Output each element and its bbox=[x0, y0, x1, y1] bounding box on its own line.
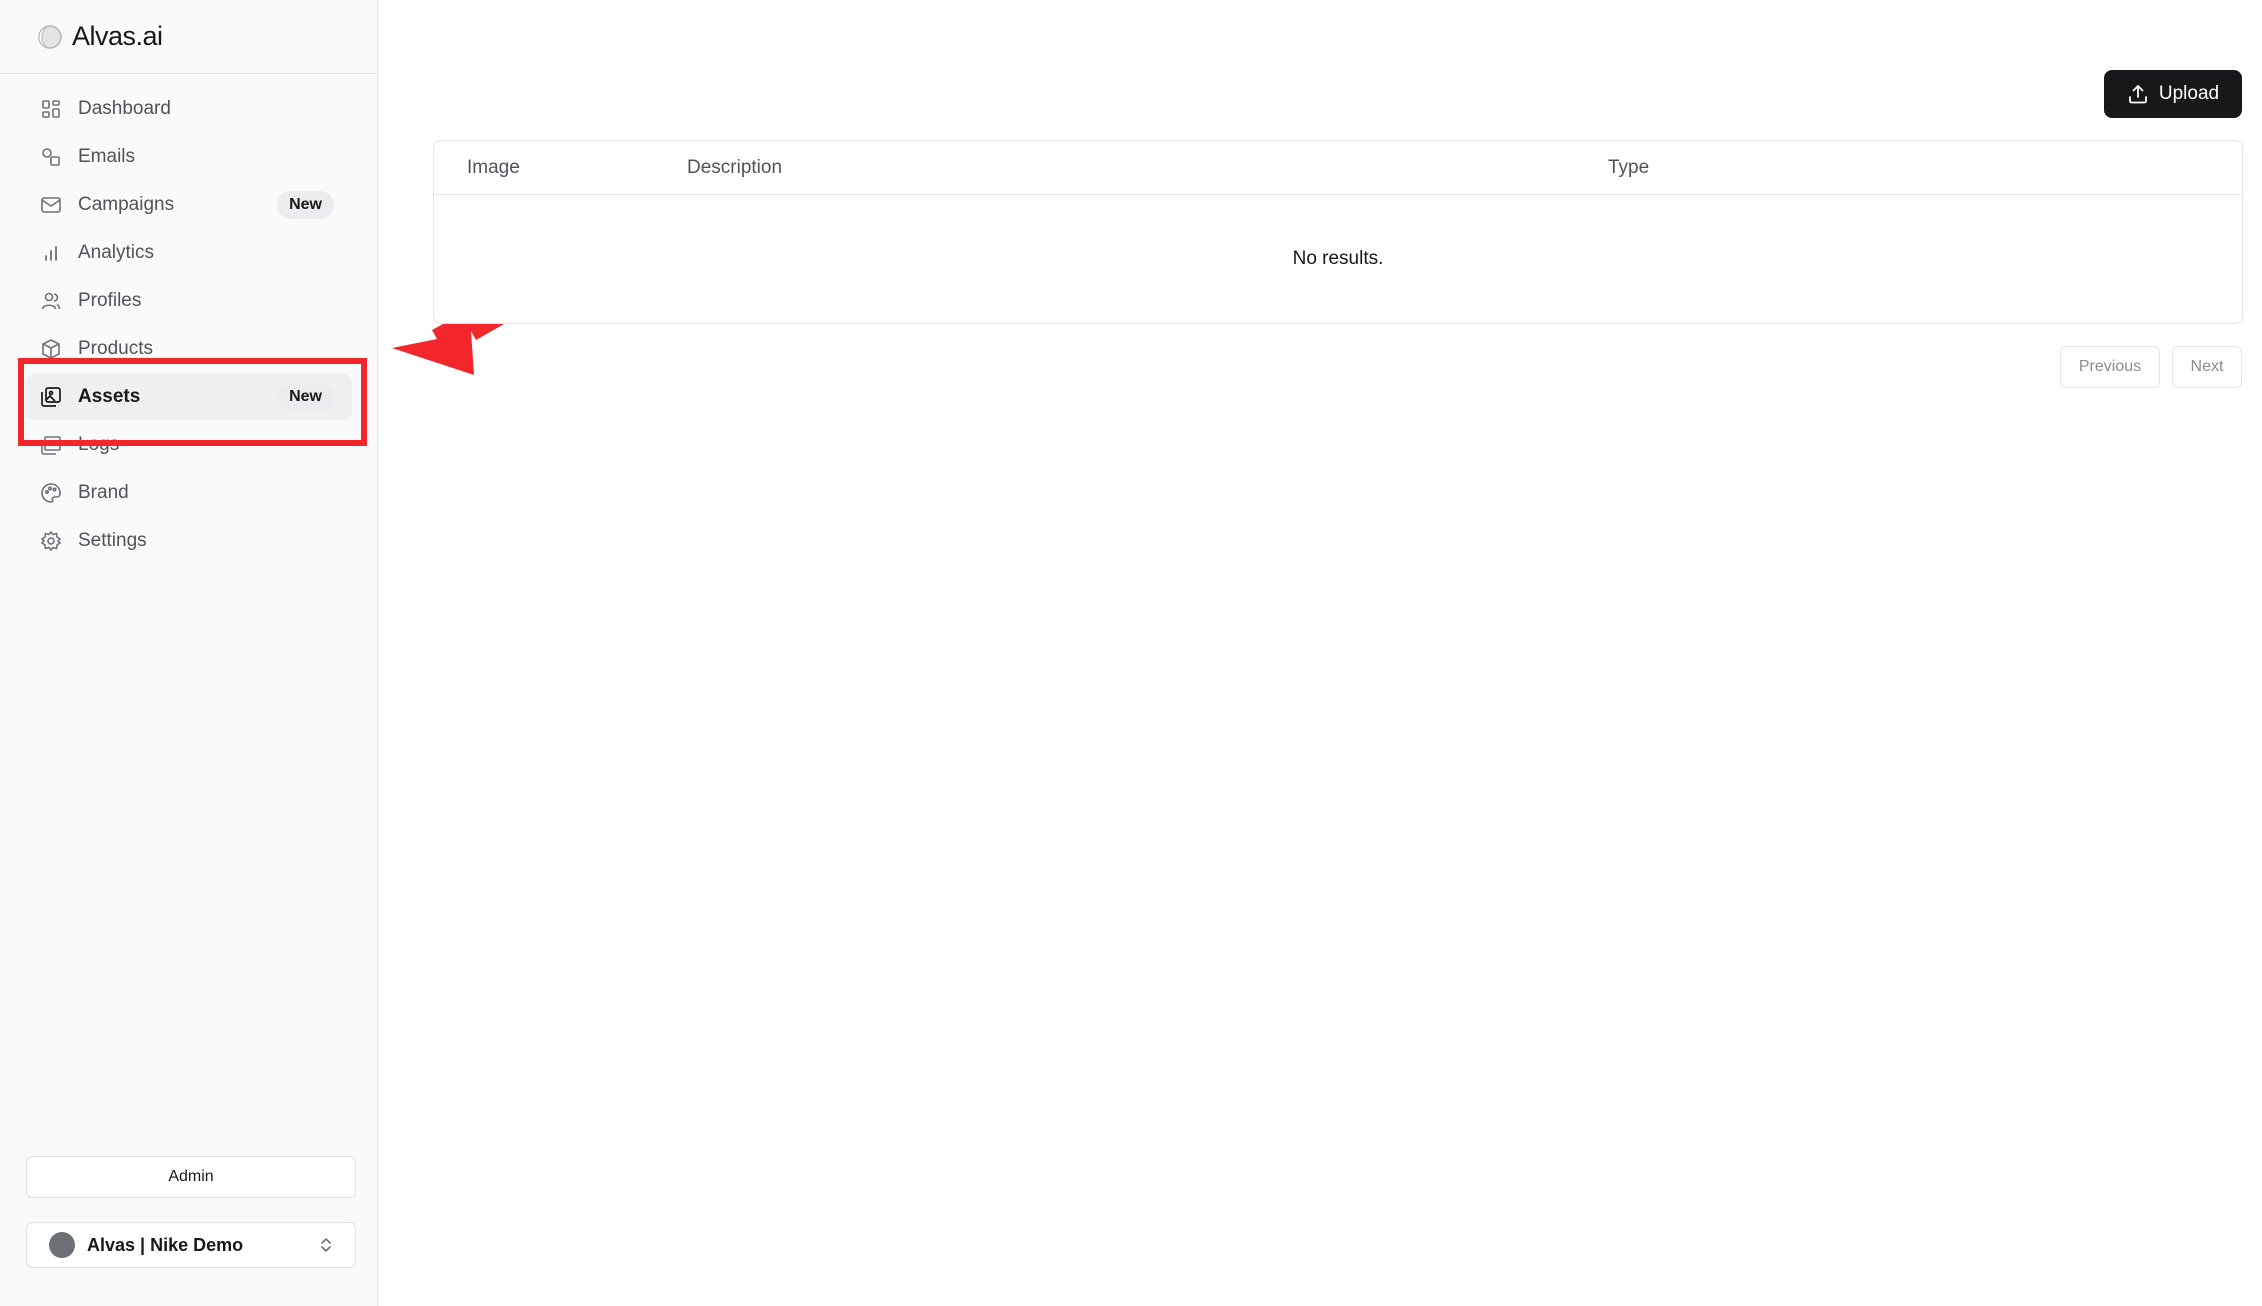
sidebar-item-campaigns[interactable]: Campaigns New bbox=[26, 182, 352, 228]
sidebar-item-label: Settings bbox=[78, 530, 147, 551]
sidebar-item-label: Dashboard bbox=[78, 98, 171, 119]
sidebar-item-logs[interactable]: Logs bbox=[26, 422, 352, 468]
sidebar-item-brand[interactable]: Brand bbox=[26, 470, 352, 516]
new-badge: New bbox=[277, 383, 334, 411]
moon-logo-icon bbox=[38, 24, 62, 49]
sidebar-item-label: Emails bbox=[78, 146, 136, 167]
sidebar-item-emails[interactable]: Emails bbox=[26, 134, 352, 180]
previous-page-button[interactable]: Previous bbox=[2060, 346, 2160, 388]
sidebar-item-label: Analytics bbox=[78, 242, 155, 263]
chevrons-up-down-icon bbox=[321, 1238, 331, 1252]
sidebar-item-products[interactable]: Products bbox=[26, 326, 352, 372]
account-name: Alvas | Nike Demo bbox=[87, 1234, 244, 1255]
sidebar-item-label: Products bbox=[78, 338, 153, 359]
gear-icon bbox=[40, 530, 62, 552]
sidebar-item-dashboard[interactable]: Dashboard bbox=[26, 86, 352, 132]
sidebar-item-label: Profiles bbox=[78, 290, 142, 311]
users-icon bbox=[40, 290, 62, 312]
bar-chart-icon bbox=[40, 242, 62, 264]
sidebar-item-label: Assets bbox=[78, 386, 141, 407]
admin-button[interactable]: Admin bbox=[26, 1156, 356, 1198]
upload-button[interactable]: Upload bbox=[2104, 70, 2242, 118]
sidebar-item-assets[interactable]: Assets New bbox=[26, 374, 352, 420]
sidebar-item-label: Logs bbox=[78, 434, 120, 455]
dashboard-grid-icon bbox=[40, 98, 62, 120]
brand-header[interactable]: Alvas.ai bbox=[0, 0, 377, 74]
account-switcher[interactable]: Alvas | Nike Demo bbox=[26, 1222, 356, 1268]
sidebar-item-label: Campaigns bbox=[78, 194, 175, 215]
column-header-description: Description bbox=[687, 157, 783, 178]
column-header-type: Type bbox=[1608, 157, 1650, 178]
sidebar-nav: Dashboard Emails Campaigns New Analytics… bbox=[26, 86, 352, 566]
sidebar-item-profiles[interactable]: Profiles bbox=[26, 278, 352, 324]
new-badge: New bbox=[277, 191, 334, 219]
mail-envelope-icon bbox=[40, 194, 62, 216]
assets-table: Image Description Type No results. bbox=[433, 140, 2243, 324]
sidebar-item-settings[interactable]: Settings bbox=[26, 518, 352, 564]
upload-label: Upload bbox=[2158, 83, 2220, 104]
sidebar-item-analytics[interactable]: Analytics bbox=[26, 230, 352, 276]
sidebar: Alvas.ai Dashboard Emails Campaigns New … bbox=[0, 0, 378, 1306]
package-icon bbox=[40, 338, 62, 360]
app-window: Alvas.ai Dashboard Emails Campaigns New … bbox=[0, 0, 2262, 1306]
table-header: Image Description Type bbox=[434, 141, 2242, 195]
emails-shapes-icon bbox=[40, 146, 62, 168]
column-header-image: Image bbox=[467, 157, 520, 178]
image-gallery-icon bbox=[40, 386, 62, 408]
table-empty-state: No results. bbox=[1292, 248, 1384, 269]
palette-icon bbox=[40, 482, 62, 504]
logs-icon bbox=[40, 434, 62, 456]
avatar bbox=[49, 1232, 75, 1258]
brand-name: Alvas.ai bbox=[72, 21, 163, 51]
next-page-button[interactable]: Next bbox=[2172, 346, 2242, 388]
sidebar-item-label: Brand bbox=[78, 482, 129, 503]
upload-icon bbox=[2128, 85, 2147, 104]
